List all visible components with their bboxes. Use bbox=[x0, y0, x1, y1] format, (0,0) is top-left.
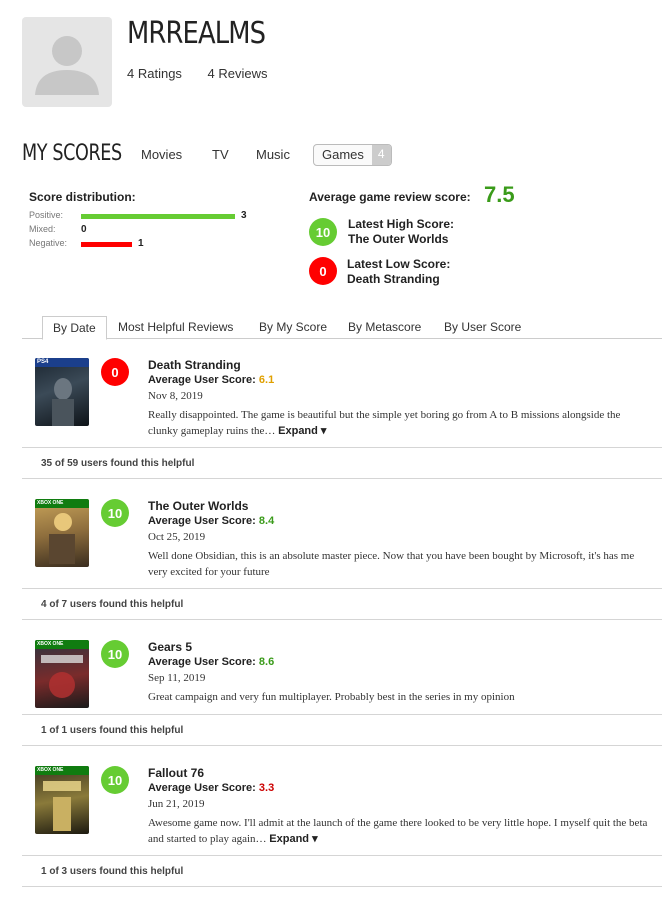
sort-tabs-divider bbox=[22, 338, 662, 339]
score-distribution-title: Score distribution: bbox=[29, 190, 136, 204]
game-cover-the-outer-worlds[interactable]: XBOX ONE bbox=[35, 499, 89, 567]
review-date: Nov 8, 2019 bbox=[148, 390, 203, 402]
game-cover-death-stranding[interactable]: PS4 bbox=[35, 358, 89, 426]
avg-user-score-label: Average User Score: bbox=[148, 374, 256, 386]
review-game-title[interactable]: Gears 5 bbox=[148, 640, 192, 654]
helpful-count: 1 of 1 users found this helpful bbox=[41, 725, 184, 736]
latest-low-score-badge: 0 bbox=[309, 257, 337, 285]
latest-low-title[interactable]: Death Stranding bbox=[347, 272, 450, 287]
latest-high-title[interactable]: The Outer Worlds bbox=[348, 232, 454, 247]
game-cover-fallout-76[interactable]: XBOX ONE bbox=[35, 766, 89, 834]
avg-user-score-value: 8.4 bbox=[258, 515, 275, 527]
ratings-count[interactable]: 4 Ratings bbox=[127, 66, 182, 81]
platform-banner: PS4 bbox=[35, 358, 89, 367]
avg-user-score-label: Average User Score: bbox=[148, 656, 256, 668]
review-text: Great campaign and very fun multiplayer.… bbox=[148, 691, 515, 703]
review-body: Well done Obsidian, this is an absolute … bbox=[148, 548, 648, 580]
divider bbox=[22, 714, 662, 715]
review-date: Sep 11, 2019 bbox=[148, 672, 206, 684]
distribution-bar-positive bbox=[81, 214, 235, 219]
cover-art bbox=[52, 378, 74, 426]
distribution-mixed: Mixed: 0 bbox=[29, 224, 269, 236]
distribution-label: Mixed: bbox=[29, 224, 56, 234]
divider bbox=[22, 886, 662, 887]
tab-games-label: Games bbox=[322, 147, 364, 162]
review-score-badge: 10 bbox=[101, 499, 129, 527]
distribution-bar-negative bbox=[81, 242, 132, 247]
helpful-count: 4 of 7 users found this helpful bbox=[41, 599, 184, 610]
review-text: Well done Obsidian, this is an absolute … bbox=[148, 550, 635, 578]
sort-tab-most-helpful[interactable]: Most Helpful Reviews bbox=[118, 320, 233, 334]
tab-music[interactable]: Music bbox=[256, 147, 290, 162]
review-average-user-score: Average User Score: 8.6 bbox=[148, 656, 274, 668]
divider bbox=[22, 855, 662, 856]
sort-tab-by-my-score[interactable]: By My Score bbox=[259, 320, 327, 334]
distribution-negative: Negative: 1 bbox=[29, 238, 269, 250]
average-score-label: Average game review score: bbox=[309, 190, 471, 204]
divider bbox=[22, 619, 662, 620]
sort-tab-by-user-score[interactable]: By User Score bbox=[444, 320, 521, 334]
review-body: Really disappointed. The game is beautif… bbox=[148, 407, 648, 439]
platform-banner: XBOX ONE bbox=[35, 640, 89, 649]
review-date: Jun 21, 2019 bbox=[148, 798, 205, 810]
expand-link[interactable]: Expand ▾ bbox=[269, 833, 317, 845]
game-cover-gears-5[interactable]: XBOX ONE bbox=[35, 640, 89, 708]
helpful-count: 35 of 59 users found this helpful bbox=[41, 458, 195, 469]
distribution-value: 1 bbox=[138, 238, 144, 249]
tab-games-count: 4 bbox=[371, 145, 391, 165]
cover-art bbox=[49, 513, 75, 564]
my-scores-heading: MY SCORES bbox=[22, 141, 122, 166]
profile-counts: 4 Ratings 4 Reviews bbox=[127, 66, 290, 81]
expand-link[interactable]: Expand ▾ bbox=[278, 425, 326, 437]
divider bbox=[22, 447, 662, 448]
review-score-badge: 10 bbox=[101, 640, 129, 668]
review-body: Great campaign and very fun multiplayer.… bbox=[148, 689, 648, 705]
latest-high-score: Latest High Score: The Outer Worlds bbox=[348, 217, 454, 247]
latest-low-label: Latest Low Score: bbox=[347, 257, 451, 271]
username: MRREALMS bbox=[127, 16, 266, 51]
review-average-user-score: Average User Score: 6.1 bbox=[148, 374, 274, 386]
avg-user-score-value: 8.6 bbox=[258, 656, 275, 668]
user-silhouette-icon bbox=[35, 36, 99, 95]
review-average-user-score: Average User Score: 8.4 bbox=[148, 515, 274, 527]
review-text: Really disappointed. The game is beautif… bbox=[148, 409, 621, 437]
latest-high-label: Latest High Score: bbox=[348, 217, 455, 231]
divider bbox=[22, 745, 662, 746]
review-game-title[interactable]: The Outer Worlds bbox=[148, 499, 248, 513]
avg-user-score-value: 6.1 bbox=[258, 374, 275, 386]
review-game-title[interactable]: Death Stranding bbox=[148, 358, 241, 372]
platform-banner: XBOX ONE bbox=[35, 766, 89, 775]
tab-tv[interactable]: TV bbox=[212, 147, 229, 162]
distribution-label: Positive: bbox=[29, 210, 64, 220]
review-game-title[interactable]: Fallout 76 bbox=[148, 766, 204, 780]
reviews-count[interactable]: 4 Reviews bbox=[208, 66, 268, 81]
avg-user-score-value: 3.3 bbox=[258, 782, 275, 794]
cover-art bbox=[41, 655, 83, 698]
distribution-value: 0 bbox=[81, 224, 87, 235]
review-average-user-score: Average User Score: 3.3 bbox=[148, 782, 274, 794]
helpful-count: 1 of 3 users found this helpful bbox=[41, 866, 184, 877]
avatar bbox=[22, 17, 112, 107]
latest-low-score: Latest Low Score: Death Stranding bbox=[347, 257, 450, 287]
tab-games[interactable]: Games 4 bbox=[313, 144, 392, 166]
review-body: Awesome game now. I'll admit at the laun… bbox=[148, 815, 648, 847]
divider bbox=[22, 478, 662, 479]
review-date: Oct 25, 2019 bbox=[148, 531, 206, 543]
latest-high-score-badge: 10 bbox=[309, 218, 337, 246]
sort-tab-by-date[interactable]: By Date bbox=[42, 316, 107, 340]
average-score-value: 7.5 bbox=[484, 182, 515, 207]
review-score-badge: 10 bbox=[101, 766, 129, 794]
platform-banner: XBOX ONE bbox=[35, 499, 89, 508]
review-text: Awesome game now. I'll admit at the laun… bbox=[148, 817, 648, 845]
distribution-value: 3 bbox=[241, 210, 247, 221]
cover-art bbox=[43, 781, 81, 831]
review-score-badge: 0 bbox=[101, 358, 129, 386]
avg-user-score-label: Average User Score: bbox=[148, 515, 256, 527]
distribution-label: Negative: bbox=[29, 238, 68, 248]
divider bbox=[22, 588, 662, 589]
avg-user-score-label: Average User Score: bbox=[148, 782, 256, 794]
sort-tab-by-metascore[interactable]: By Metascore bbox=[348, 320, 421, 334]
tab-movies[interactable]: Movies bbox=[141, 147, 182, 162]
distribution-positive: Positive: 3 bbox=[29, 210, 269, 222]
